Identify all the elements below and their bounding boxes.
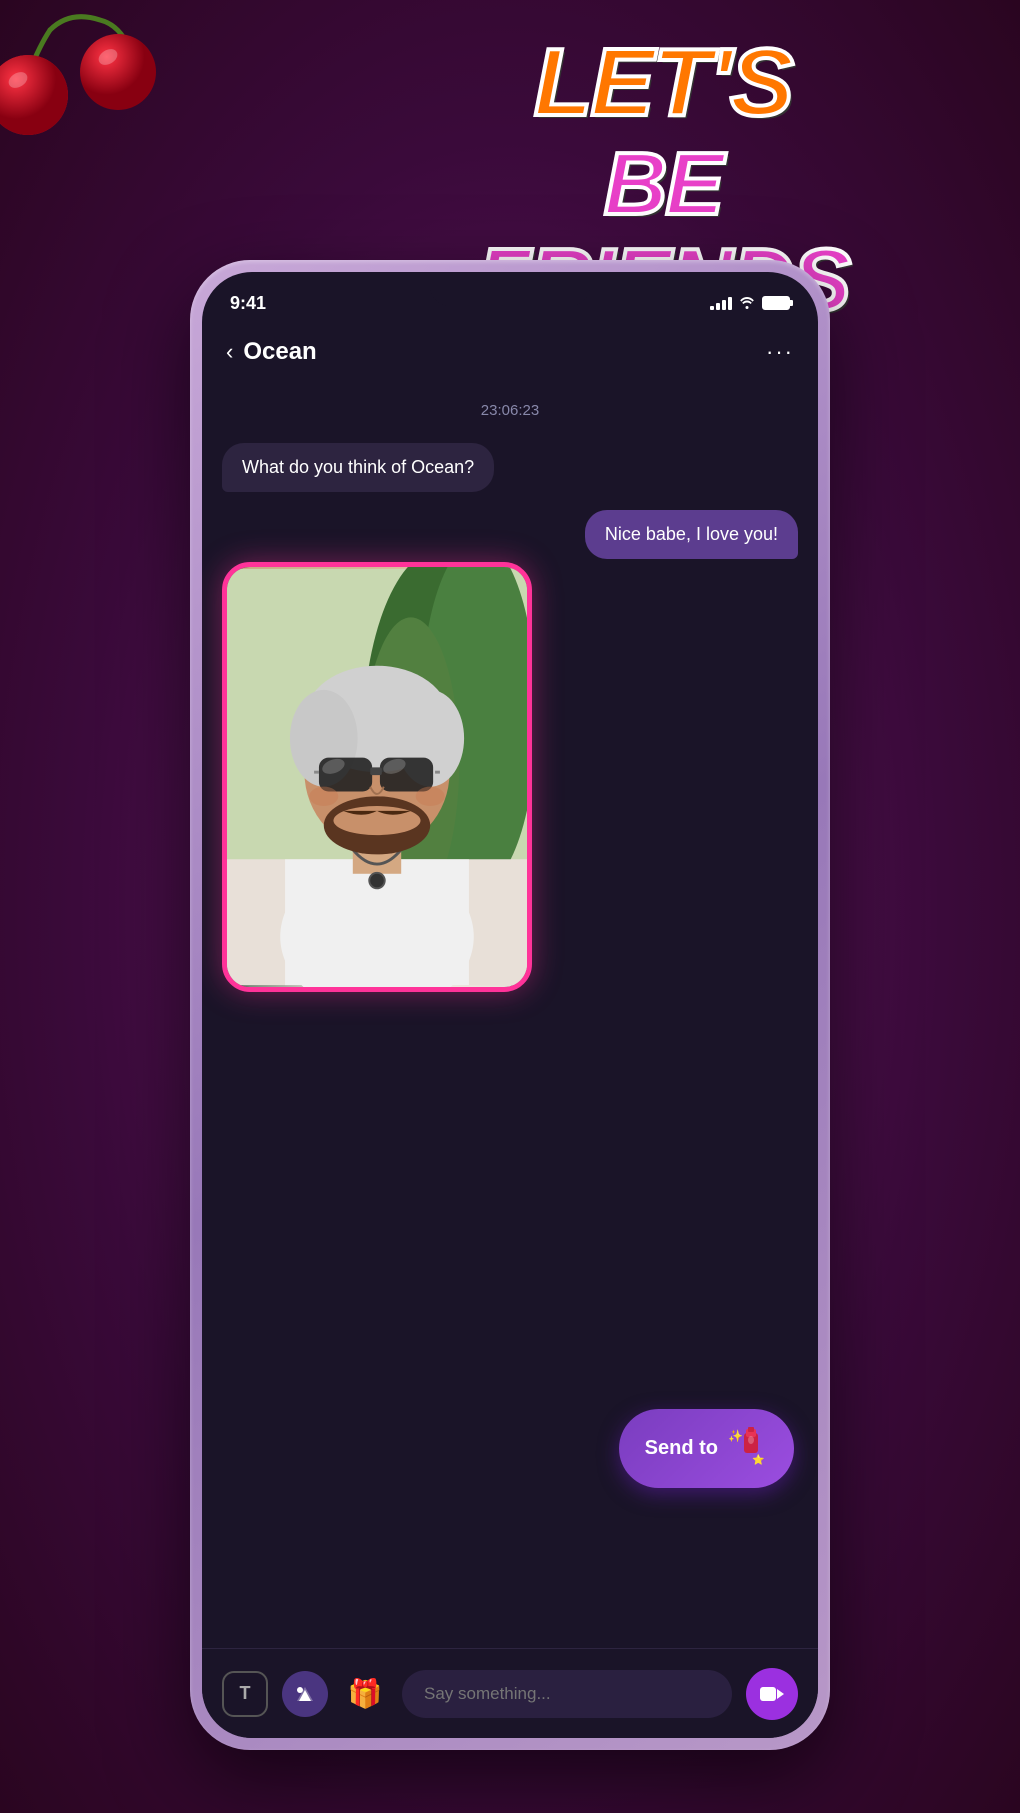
text-icon: T	[240, 1683, 251, 1704]
title-line1: LET'S	[408, 30, 918, 136]
chat-timestamp: 23:06:23	[222, 402, 798, 419]
message-sent: Nice babe, I love you!	[222, 510, 798, 559]
contact-name: Ocean	[243, 338, 316, 366]
media-button[interactable]	[282, 1671, 328, 1717]
bubble-received: What do you think of Ocean?	[222, 443, 494, 492]
back-arrow-icon: ‹	[226, 339, 233, 365]
battery-icon	[762, 296, 790, 310]
send-to-label: Send to	[645, 1437, 718, 1460]
cherry-decoration	[0, 0, 170, 170]
status-icons	[710, 295, 790, 312]
photo-content	[227, 567, 527, 987]
phone-frame: 9:41	[190, 260, 830, 1750]
more-options-button[interactable]: ···	[766, 339, 794, 365]
video-icon	[759, 1684, 785, 1704]
mountain-icon	[293, 1682, 317, 1706]
gift-button[interactable]: 🎁	[342, 1671, 388, 1717]
wifi-icon	[738, 295, 756, 312]
phone-notch	[430, 272, 590, 306]
photo-message	[222, 562, 532, 992]
bubble-sent: Nice babe, I love you!	[585, 510, 798, 559]
svg-text:⭐: ⭐	[752, 1453, 764, 1465]
gift-icon: 🎁	[348, 1677, 383, 1710]
chat-area: 23:06:23 What do you think of Ocean? Nic…	[202, 382, 818, 1648]
send-to-button[interactable]: Send to ✨ ⭐	[619, 1409, 794, 1488]
signal-icon	[710, 296, 732, 310]
message-received: What do you think of Ocean?	[222, 443, 798, 492]
back-button[interactable]: ‹ Ocean	[226, 338, 317, 366]
phone-screen: 9:41	[202, 272, 818, 1738]
video-call-button[interactable]	[746, 1668, 798, 1720]
bottom-bar: T 🎁	[202, 1648, 818, 1738]
chat-header: ‹ Ocean ···	[202, 322, 818, 382]
text-format-button[interactable]: T	[222, 1671, 268, 1717]
message-input[interactable]	[402, 1670, 732, 1718]
svg-text:✨: ✨	[728, 1429, 743, 1443]
send-to-emoji: ✨ ⭐	[728, 1425, 768, 1472]
status-time: 9:41	[230, 293, 266, 314]
